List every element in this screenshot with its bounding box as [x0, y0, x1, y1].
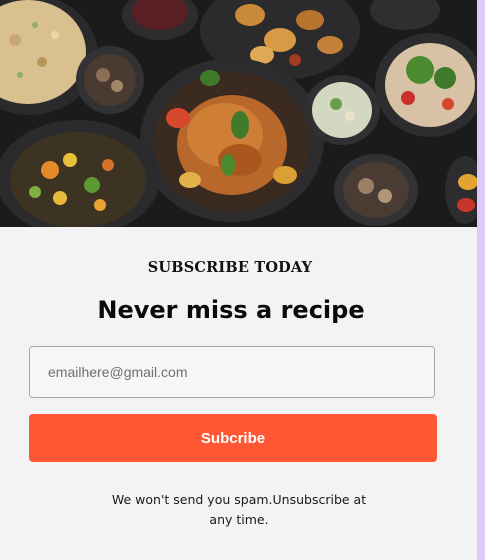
page-background-strip	[477, 0, 485, 560]
spam-notice: We won't send you spam.Unsubscribe at an…	[111, 492, 367, 527]
subscribe-button[interactable]: Subcribe	[29, 414, 437, 462]
subscribe-headline: Never miss a recipe	[97, 296, 365, 324]
hero-food-image	[0, 0, 477, 227]
email-input[interactable]	[29, 346, 435, 398]
subscribe-card: SUBSCRIBE TODAY Never miss a recipe Subc…	[0, 0, 477, 560]
subscribe-eyebrow: SUBSCRIBE TODAY	[147, 259, 313, 276]
